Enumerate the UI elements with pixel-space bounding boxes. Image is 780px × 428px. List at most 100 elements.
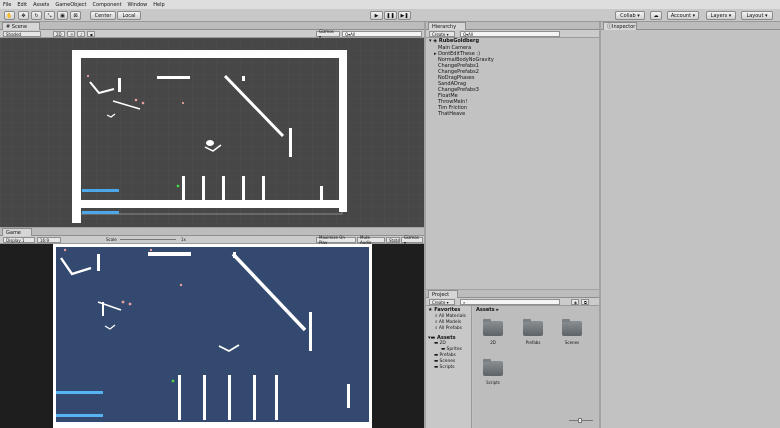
domino-piece (202, 176, 205, 200)
tab-hierarchy[interactable]: Hierarchy (428, 22, 466, 30)
lighting-toggle[interactable]: ☼ (67, 31, 75, 37)
folder-icon[interactable] (562, 319, 582, 336)
assets-folder-item[interactable]: ▬ 2D (434, 341, 446, 346)
rotate-tool-button[interactable]: ↻ (31, 11, 42, 20)
effects-toggle[interactable]: ▪ (87, 31, 95, 37)
menu-gameobject[interactable]: GameObject (55, 2, 86, 8)
project-create-dropdown[interactable]: Create ▾ (429, 299, 455, 305)
scene-search-input[interactable]: Q▾All (342, 31, 422, 37)
step-button[interactable]: ▶❚ (398, 11, 411, 20)
label-icon: ⧉ (584, 299, 587, 305)
aspect-dropdown[interactable]: 16:9 (37, 237, 61, 243)
menu-edit[interactable]: Edit (17, 2, 27, 8)
rect-tool-button[interactable]: ▣ (57, 11, 68, 20)
ball-pink (141, 101, 145, 105)
post-piece (347, 384, 350, 408)
folder-label: Scripts (486, 380, 500, 385)
scene-canvas[interactable] (0, 38, 424, 227)
display-dropdown[interactable]: Display 1 (3, 237, 35, 243)
menu-assets[interactable]: Assets (33, 2, 49, 8)
assets-folder-item[interactable]: ▬ Scripts (434, 365, 455, 370)
tab-scene[interactable]: # Scene (2, 22, 40, 30)
game-control-bar: Display 1 16:9 Scale 1x Maximize On Play… (0, 235, 424, 245)
menu-help[interactable]: Help (153, 2, 164, 8)
wall-bottom (72, 200, 347, 208)
menu-bar: File Edit Assets GameObject Component Wi… (0, 0, 780, 9)
scene-root-item[interactable]: ▾ ◈ RubeGoldberg (429, 38, 479, 44)
assets-folder-item[interactable]: ▬ Scenes (434, 359, 455, 364)
project-grid: Assets ▸ 2D Prefabs Scenes Scripts (473, 306, 599, 428)
game-viewport[interactable] (53, 244, 372, 428)
menu-component[interactable]: Component (93, 2, 122, 8)
water-platform (82, 189, 119, 192)
inspector-panel: ⓘ Inspector (601, 22, 780, 428)
wall-right (339, 50, 347, 212)
ball-pink (86, 74, 90, 78)
tab-project[interactable]: Project (428, 290, 458, 298)
filter-label-button[interactable]: ⧉ (581, 299, 589, 305)
hand-tool-button[interactable]: ✋ (4, 11, 15, 20)
stats-toggle[interactable]: Stats (386, 237, 400, 243)
tab-inspector[interactable]: ⓘ Inspector (603, 22, 637, 30)
ball-green (176, 184, 180, 188)
transform-icon: ⊠ (73, 12, 78, 19)
ball-pink (134, 98, 138, 102)
filter-type-button[interactable]: ◈ (571, 299, 579, 305)
ball-green (171, 379, 175, 383)
domino-piece (275, 375, 278, 420)
peg-piece (102, 302, 104, 316)
2d-toggle[interactable]: 2D (53, 31, 65, 37)
scale-slider[interactable] (120, 239, 176, 240)
hand-icon: ✋ (6, 12, 13, 19)
water-platform (56, 414, 103, 417)
scene-gizmos-dropdown[interactable]: Gizmos ▾ (316, 29, 340, 39)
assets-folder-item[interactable]: ▬ Sprites (441, 347, 462, 352)
scene-grid (0, 38, 424, 227)
mute-audio-toggle[interactable]: Mute Audio (357, 235, 385, 245)
space-toggle[interactable]: Local (117, 11, 141, 20)
menu-window[interactable]: Window (128, 2, 148, 8)
move-tool-button[interactable]: ✥ (18, 11, 29, 20)
domino-piece (182, 176, 185, 200)
wall-left (72, 50, 81, 223)
tab-game[interactable]: Game (2, 228, 32, 236)
menu-file[interactable]: File (3, 2, 11, 8)
slider-thumb[interactable] (578, 418, 582, 423)
post-piece (320, 186, 323, 204)
folder-icon[interactable] (523, 319, 543, 336)
project-breadcrumb[interactable]: Assets ▸ (476, 307, 499, 313)
scene-drawing (0, 38, 424, 227)
domino-piece (253, 375, 256, 420)
layers-dropdown[interactable]: Layers ▾ (706, 11, 736, 20)
hierarchy-search-input[interactable]: Q▾All (460, 31, 560, 37)
ball-pink (149, 248, 153, 252)
pivot-toggle[interactable]: Center (90, 11, 116, 20)
domino-piece (178, 375, 181, 420)
shading-dropdown[interactable]: Shaded (3, 31, 41, 37)
project-search-input[interactable]: ⌕ (460, 299, 560, 305)
domino-piece (242, 176, 245, 200)
folder-icon[interactable] (483, 359, 503, 376)
ball-pink (128, 302, 132, 306)
game-gizmos-dropdown[interactable]: Gizmos ▾ (401, 235, 423, 245)
audio-toggle[interactable]: ♪ (77, 31, 85, 37)
speaker-icon: ♪ (80, 31, 83, 37)
folder-icon[interactable] (483, 319, 503, 336)
transform-tool-button[interactable]: ⊠ (70, 11, 81, 20)
hierarchy-panel: Hierarchy Create ▾ Q▾All ▾ ◈ RubeGoldber… (426, 22, 599, 289)
play-button[interactable]: ▶ (370, 11, 383, 20)
cloud-button[interactable]: ☁ (650, 11, 662, 20)
scale-tool-button[interactable]: ⤡ (44, 11, 55, 20)
project-tab-row: Project (426, 290, 599, 298)
hierarchy-create-dropdown[interactable]: Create ▾ (429, 31, 455, 37)
pause-button[interactable]: ❚❚ (384, 11, 397, 20)
hierarchy-item[interactable]: ThatHeave (438, 111, 465, 117)
collab-button[interactable]: Collab ▾ (615, 11, 645, 20)
maximize-on-play-toggle[interactable]: Maximize On Play (316, 235, 356, 245)
assets-folder-item[interactable]: ▬ Prefabs (434, 353, 456, 358)
move-icon: ✥ (21, 12, 26, 19)
favorites-item[interactable]: ⌕ All Prefabs (435, 325, 462, 331)
account-dropdown[interactable]: Account ▾ (667, 11, 699, 20)
layout-dropdown[interactable]: Layout ▾ (741, 11, 773, 20)
scene-control-bar: Shaded 2D ☼ ♪ ▪ Gizmos ▾ Q▾All (0, 29, 424, 39)
